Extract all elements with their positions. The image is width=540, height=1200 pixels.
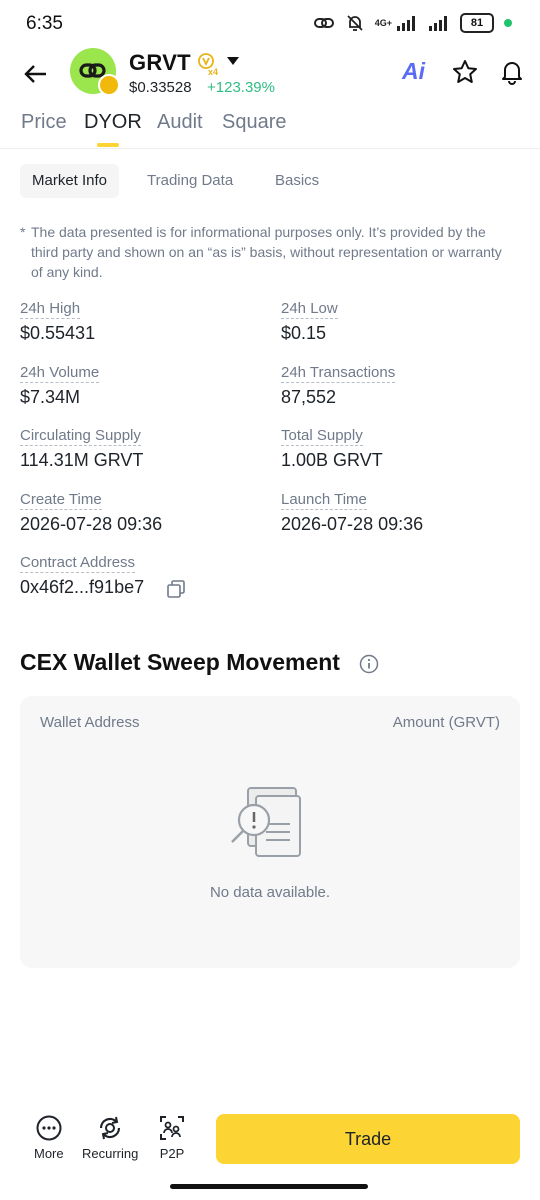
stat-label[interactable]: 24h Low xyxy=(281,300,338,319)
active-tab-indicator xyxy=(97,143,119,147)
stat-value: 2026-07-28 09:36 xyxy=(20,514,163,534)
ai-button[interactable]: Ai xyxy=(402,58,425,85)
stat-launch-time: Launch Time 2026-07-28 09:36 xyxy=(281,491,423,535)
signal-icon xyxy=(397,16,415,31)
privacy-dot-icon xyxy=(504,19,512,27)
tab-square[interactable]: Square xyxy=(222,111,287,134)
column-header-amount: Amount (GRVT) xyxy=(392,714,500,731)
empty-state-text: No data available. xyxy=(209,884,331,901)
mute-bell-icon xyxy=(347,15,363,31)
link-icon xyxy=(313,18,334,28)
stat-label[interactable]: Launch Time xyxy=(281,491,367,510)
contract-address-value: 0x46f2...f91be7 xyxy=(20,577,145,597)
stat-contract-address: Contract Address 0x46f2...f91be7 xyxy=(20,554,144,598)
bnb-chain-badge-icon xyxy=(98,74,120,96)
stat-value: 1.00B GRVT xyxy=(281,450,383,470)
copy-icon[interactable] xyxy=(166,579,186,599)
section-title: CEX Wallet Sweep Movement xyxy=(20,649,340,675)
stat-label[interactable]: 24h High xyxy=(20,300,81,319)
stat-label[interactable]: Circulating Supply xyxy=(20,427,141,446)
recurring-label: Recurring xyxy=(82,1146,139,1161)
disclaimer: * The data presented is for informationa… xyxy=(20,222,512,282)
subtab-market-info[interactable]: Market Info xyxy=(20,164,120,198)
stat-circulating-supply: Circulating Supply 114.31M GRVT xyxy=(20,427,143,471)
subtab-trading-data[interactable]: Trading Data xyxy=(135,164,245,198)
price-change: +123.39% xyxy=(207,79,275,96)
more-label: More xyxy=(34,1146,64,1161)
sweep-table-card: Wallet Address Amount (GRVT) No data ava… xyxy=(20,696,520,968)
back-arrow-icon[interactable] xyxy=(20,58,52,90)
disclaimer-asterisk: * xyxy=(20,224,26,240)
stat-label[interactable]: Contract Address xyxy=(20,554,136,573)
battery-icon: 81 xyxy=(460,13,494,33)
stat-24h-high: 24h High $0.55431 xyxy=(20,300,95,344)
p2p-label: P2P xyxy=(159,1146,185,1161)
status-icons: 4G+ 81 xyxy=(313,13,512,33)
bell-icon[interactable] xyxy=(498,57,526,85)
stat-24h-low: 24h Low $0.15 xyxy=(281,300,338,344)
stat-24h-transactions: 24h Transactions 87,552 xyxy=(281,364,396,408)
column-header-wallet: Wallet Address xyxy=(40,714,140,731)
tab-dyor[interactable]: DYOR xyxy=(84,111,142,134)
more-button[interactable]: More xyxy=(34,1114,64,1161)
stat-value: $0.55431 xyxy=(20,323,96,343)
p2p-icon xyxy=(160,1116,184,1140)
status-time: 6:35 xyxy=(26,13,63,34)
status-bar: 6:35 4G+ 81 xyxy=(0,0,540,48)
stat-label[interactable]: Create Time xyxy=(20,491,102,510)
stat-24h-volume: 24h Volume $7.34M xyxy=(20,364,100,408)
recurring-icon xyxy=(100,1116,121,1140)
home-indicator[interactable] xyxy=(170,1184,368,1189)
svg-text:x4: x4 xyxy=(208,67,218,76)
tab-price[interactable]: Price xyxy=(21,111,67,134)
stat-create-time: Create Time 2026-07-28 09:36 xyxy=(20,491,162,535)
coin-name: GRVT xyxy=(129,50,191,75)
caret-down-icon[interactable] xyxy=(226,56,240,66)
stat-label[interactable]: Total Supply xyxy=(281,427,363,446)
stat-label[interactable]: 24h Volume xyxy=(20,364,100,383)
info-icon[interactable] xyxy=(359,654,379,674)
stat-value: $0.15 xyxy=(281,323,327,343)
trade-button[interactable]: Trade xyxy=(216,1114,520,1164)
network-type: 4G+ xyxy=(374,17,392,28)
coin-price: $0.33528 xyxy=(129,79,192,96)
recurring-button[interactable]: Recurring xyxy=(82,1114,138,1161)
more-dots-icon xyxy=(36,1115,62,1141)
p2p-button[interactable]: P2P xyxy=(158,1114,186,1161)
stat-value: 114.31M GRVT xyxy=(20,450,144,470)
signal-icon-2 xyxy=(429,16,447,31)
no-data-document-icon xyxy=(231,787,301,857)
tab-audit[interactable]: Audit xyxy=(157,111,203,134)
stat-value: 87,552 xyxy=(281,387,337,407)
favorite-star-icon[interactable] xyxy=(451,58,479,86)
stat-label[interactable]: 24h Transactions xyxy=(281,364,396,383)
stat-value: 2026-07-28 09:36 xyxy=(281,514,424,534)
stat-total-supply: Total Supply 1.00B GRVT xyxy=(281,427,383,471)
subtab-basics[interactable]: Basics xyxy=(263,164,331,198)
v-multiplier-icon: x4 xyxy=(198,53,218,76)
main-tabs: Price DYOR Audit Square xyxy=(0,108,540,149)
stat-value: $7.34M xyxy=(20,387,81,407)
coin-header: GRVT x4 $0.33528 +123.39% Ai xyxy=(0,46,540,102)
disclaimer-text: The data presented is for informational … xyxy=(31,224,502,280)
